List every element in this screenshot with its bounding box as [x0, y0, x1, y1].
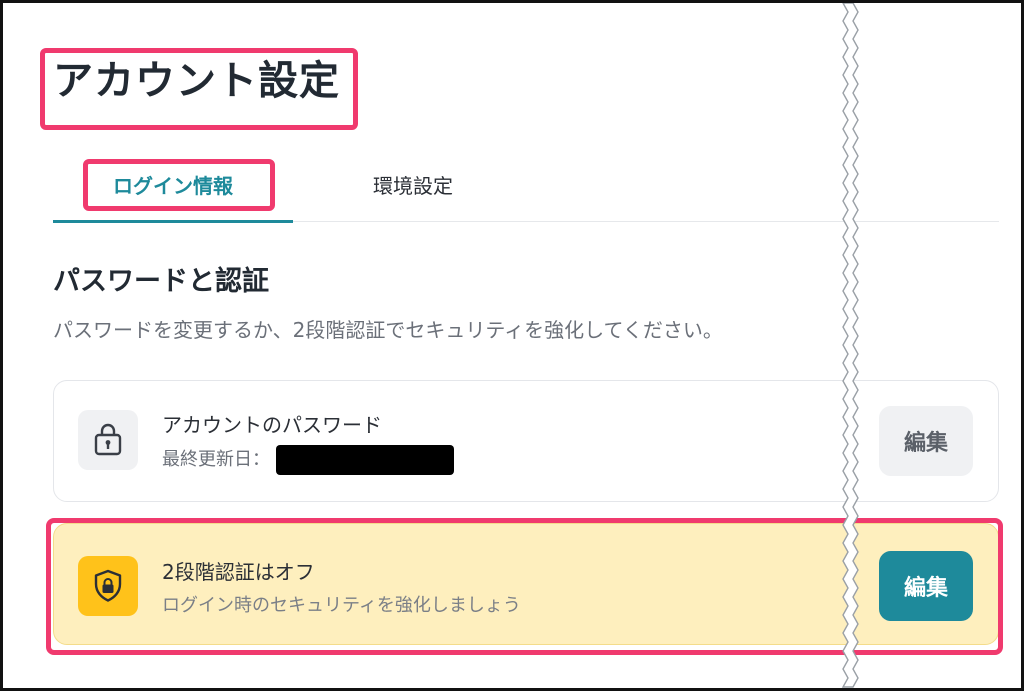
edit-password-button[interactable]: 編集	[879, 406, 973, 476]
page-title-highlight	[40, 48, 358, 130]
section-description: パスワードを変更するか、2段階認証でセキュリティを強化してください。	[53, 318, 723, 342]
tab-highlight	[83, 159, 275, 211]
tab-preferences[interactable]: 環境設定	[343, 163, 483, 221]
redacted-date	[276, 445, 454, 475]
last-updated-label: 最終更新日：	[162, 449, 270, 470]
section-title: パスワードと認証	[53, 266, 269, 297]
password-card-title: アカウントのパスワード	[162, 413, 382, 437]
screenshot-frame: アカウント設定 ログイン情報 環境設定 パスワードと認証 パスワードを変更するか…	[0, 0, 1024, 691]
lock-icon	[78, 410, 138, 470]
password-last-updated: 最終更新日：	[162, 445, 454, 475]
torn-edge-divider	[841, 3, 859, 688]
